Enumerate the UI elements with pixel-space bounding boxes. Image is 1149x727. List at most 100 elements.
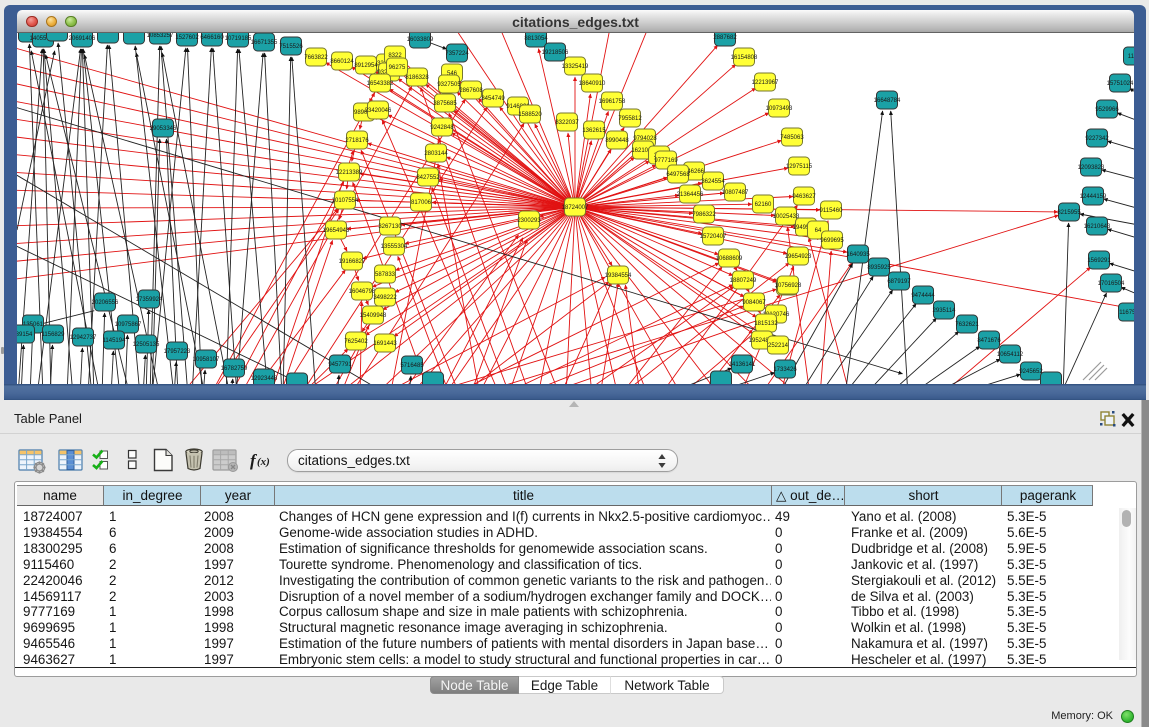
svg-text:12505135: 12505135 xyxy=(133,342,160,348)
svg-text:1156829: 1156829 xyxy=(42,332,66,338)
svg-text:16671355: 16671355 xyxy=(251,40,278,46)
svg-text:2935114: 2935114 xyxy=(933,308,957,314)
svg-text:7632621: 7632621 xyxy=(955,322,979,328)
svg-text:9529966: 9529966 xyxy=(1095,107,1119,113)
svg-text:39154: 39154 xyxy=(17,332,33,338)
svg-text:8660124: 8660124 xyxy=(330,59,354,65)
svg-text:2300293: 2300293 xyxy=(517,218,541,224)
svg-text:5716485: 5716485 xyxy=(400,363,424,369)
svg-text:2803144: 2803144 xyxy=(424,151,448,157)
svg-text:6879197: 6879197 xyxy=(887,279,911,285)
svg-text:12213967: 12213967 xyxy=(752,80,779,86)
svg-text:17016504: 17016504 xyxy=(1098,281,1125,287)
svg-text:8427552: 8427552 xyxy=(416,175,440,181)
svg-text:2887682: 2887682 xyxy=(713,35,737,41)
svg-text:1733426: 1733426 xyxy=(773,367,797,373)
svg-text:62160: 62160 xyxy=(755,202,772,208)
svg-text:2867608: 2867608 xyxy=(459,88,483,94)
svg-text:587833: 587833 xyxy=(375,272,396,278)
svg-text:10853257: 10853257 xyxy=(147,33,174,39)
svg-text:19654923: 19654923 xyxy=(785,254,812,260)
svg-text:16543382: 16543382 xyxy=(367,81,394,87)
svg-text:16782759: 16782759 xyxy=(221,366,248,372)
svg-text:817006: 817006 xyxy=(411,200,432,206)
svg-text:3624554: 3624554 xyxy=(701,179,725,185)
svg-text:64: 64 xyxy=(815,228,822,234)
svg-text:20206556: 20206556 xyxy=(92,300,119,306)
svg-text:10975867: 10975867 xyxy=(115,322,142,328)
svg-text:12923448: 12923448 xyxy=(251,376,278,382)
svg-text:9463627: 9463627 xyxy=(792,194,816,200)
svg-text:1815132: 1815132 xyxy=(754,321,778,327)
svg-text:9474444: 9474444 xyxy=(911,293,935,299)
svg-text:16154808: 16154808 xyxy=(731,55,758,61)
svg-text:14136141: 14136141 xyxy=(729,362,756,368)
svg-text:8186328: 8186328 xyxy=(405,75,429,81)
svg-text:8990448: 8990448 xyxy=(605,138,629,144)
svg-text:3267130: 3267130 xyxy=(378,224,402,230)
svg-text:10807487: 10807487 xyxy=(722,190,749,196)
svg-text:7357224: 7357224 xyxy=(445,51,469,57)
svg-text:8912954: 8912954 xyxy=(354,63,378,69)
svg-text:18724007: 18724007 xyxy=(562,205,589,211)
svg-text:1362615: 1362615 xyxy=(582,128,606,134)
svg-text:16210643: 16210643 xyxy=(1084,224,1111,230)
svg-text:1527602: 1527602 xyxy=(175,35,199,41)
svg-text:9084067: 9084067 xyxy=(742,300,766,306)
svg-text:7955812: 7955812 xyxy=(618,116,642,122)
svg-text:21364456: 21364456 xyxy=(677,192,704,198)
svg-text:1145194: 1145194 xyxy=(103,338,127,344)
svg-text:7986322: 7986322 xyxy=(692,212,716,218)
svg-text:3875685: 3875685 xyxy=(433,101,457,107)
svg-text:6497568: 6497568 xyxy=(666,172,690,178)
svg-text:15751024: 15751024 xyxy=(1107,81,1134,87)
svg-text:7515526: 7515526 xyxy=(279,44,303,50)
svg-text:20691406: 20691406 xyxy=(69,36,96,42)
svg-text:19654943: 19654943 xyxy=(323,228,350,234)
svg-text:252214: 252214 xyxy=(768,343,789,349)
svg-text:13555304: 13555304 xyxy=(381,244,408,250)
svg-text:18807249: 18807249 xyxy=(730,278,757,284)
svg-text:8215955: 8215955 xyxy=(1057,210,1081,216)
svg-text:23420046: 23420046 xyxy=(365,108,392,114)
svg-text:1640935: 1640935 xyxy=(846,252,870,258)
svg-text:8471676: 8471676 xyxy=(977,338,1001,344)
svg-text:19166827: 19166827 xyxy=(339,259,366,265)
svg-text:17359924: 17359924 xyxy=(136,297,163,303)
svg-text:8813054: 8813054 xyxy=(524,36,548,42)
svg-text:15409948: 15409948 xyxy=(360,313,387,319)
svg-text:7485063: 7485063 xyxy=(780,135,804,141)
svg-text:12975115: 12975115 xyxy=(786,164,813,170)
svg-text:1117: 1117 xyxy=(1128,54,1134,60)
svg-text:96275: 96275 xyxy=(389,65,406,71)
svg-text:12942737: 12942737 xyxy=(70,335,97,341)
svg-text:10688609: 10688609 xyxy=(716,256,743,262)
svg-text:10973493: 10973493 xyxy=(766,106,793,112)
svg-text:16046798: 16046798 xyxy=(349,289,376,295)
svg-text:19384554: 19384554 xyxy=(605,273,632,279)
svg-text:2718176: 2718176 xyxy=(345,138,369,144)
svg-text:9327505: 9327505 xyxy=(437,82,461,88)
svg-text:13325419: 13325419 xyxy=(562,64,589,70)
svg-text:19218506: 19218506 xyxy=(542,50,569,56)
svg-text:10958107: 10958107 xyxy=(193,357,220,363)
svg-text:16961758: 16961758 xyxy=(599,99,626,105)
svg-text:1588520: 1588520 xyxy=(518,112,542,118)
svg-text:18640910: 18640910 xyxy=(579,81,606,87)
svg-text:16033809: 16033809 xyxy=(407,37,434,43)
svg-text:9245652: 9245652 xyxy=(1019,369,1043,375)
svg-text:8935925: 8935925 xyxy=(867,265,891,271)
svg-text:9777169: 9777169 xyxy=(654,158,678,164)
svg-text:29053346: 29053346 xyxy=(150,126,177,132)
svg-text:116753: 116753 xyxy=(1119,310,1134,316)
svg-text:9227342: 9227342 xyxy=(1085,136,1109,142)
svg-text:16648784: 16648784 xyxy=(874,98,901,104)
svg-text:(x): (x) xyxy=(257,456,270,468)
svg-text:12444159: 12444159 xyxy=(1080,194,1107,200)
svg-text:8322037: 8322037 xyxy=(555,120,579,126)
svg-text:6466160: 6466160 xyxy=(200,35,224,41)
svg-text:7625402: 7625402 xyxy=(344,339,368,345)
svg-text:15720407: 15720407 xyxy=(700,234,727,240)
svg-text:8454749: 8454749 xyxy=(481,96,505,102)
svg-text:10654112: 10654112 xyxy=(997,352,1024,358)
